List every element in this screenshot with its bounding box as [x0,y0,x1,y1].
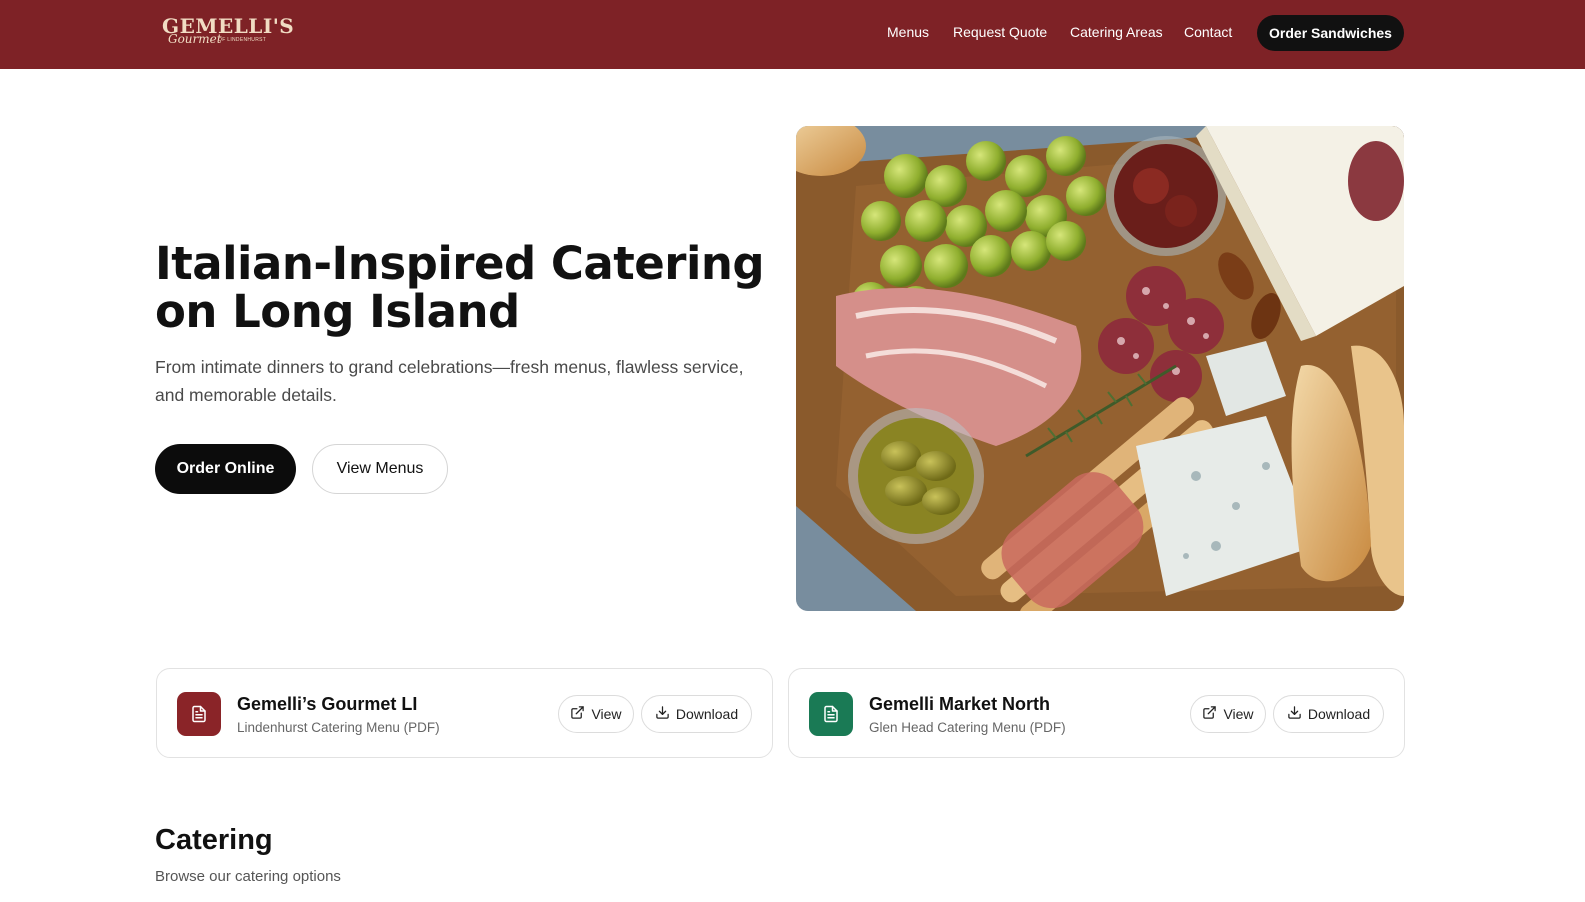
hero-subtitle: From intimate dinners to grand celebrati… [155,357,744,405]
download-label: Download [1307,706,1371,722]
brand-logo[interactable]: GEMELLI'S Gourmet OF LINDENHURST [162,14,294,48]
document-icon [809,692,853,736]
menu-card-title: Gemelli’s Gourmet LI [237,694,418,714]
catering-section-subtitle: Browse our catering options [155,868,341,885]
download-menu-button[interactable]: Download [641,695,752,733]
view-menu-button[interactable]: View [558,695,634,733]
external-link-icon [1202,705,1217,723]
catering-section-title: Catering [155,824,273,856]
download-icon [1287,705,1302,723]
document-icon [177,692,221,736]
view-menus-button[interactable]: View Menus [312,444,448,494]
nav-item-request-quote[interactable]: Request Quote [953,24,1047,40]
download-icon [655,705,670,723]
view-menu-button[interactable]: View [1190,695,1266,733]
menu-card-title: Gemelli Market North [869,694,1051,714]
hero-charcuterie-image [796,126,1404,611]
nav-item-contact[interactable]: Contact [1184,24,1232,40]
hero-title: Italian-Inspired Catering on Long Island [155,237,765,338]
order-online-button[interactable]: Order Online [155,444,296,494]
nav-item-catering-areas[interactable]: Catering Areas [1070,24,1163,40]
nav-item-menus[interactable]: Menus [887,24,929,40]
download-menu-button[interactable]: Download [1273,695,1384,733]
menu-card-lindenhurst: Gemelli’s Gourmet LI Lindenhurst Caterin… [156,668,773,758]
site-header: GEMELLI'S Gourmet OF LINDENHURST Menus R… [0,0,1585,69]
logo-tagline: OF LINDENHURST [218,37,267,43]
menu-card-subtitle: Lindenhurst Catering Menu (PDF) [237,720,440,735]
external-link-icon [570,705,585,723]
logo-script: Gourmet [168,32,222,46]
download-label: Download [675,706,739,722]
view-label: View [591,706,622,722]
view-label: View [1223,706,1254,722]
menu-card-glen-head: Gemelli Market North Glen Head Catering … [788,668,1405,758]
order-sandwiches-button[interactable]: Order Sandwiches [1257,15,1404,51]
menu-card-subtitle: Glen Head Catering Menu (PDF) [869,720,1066,735]
